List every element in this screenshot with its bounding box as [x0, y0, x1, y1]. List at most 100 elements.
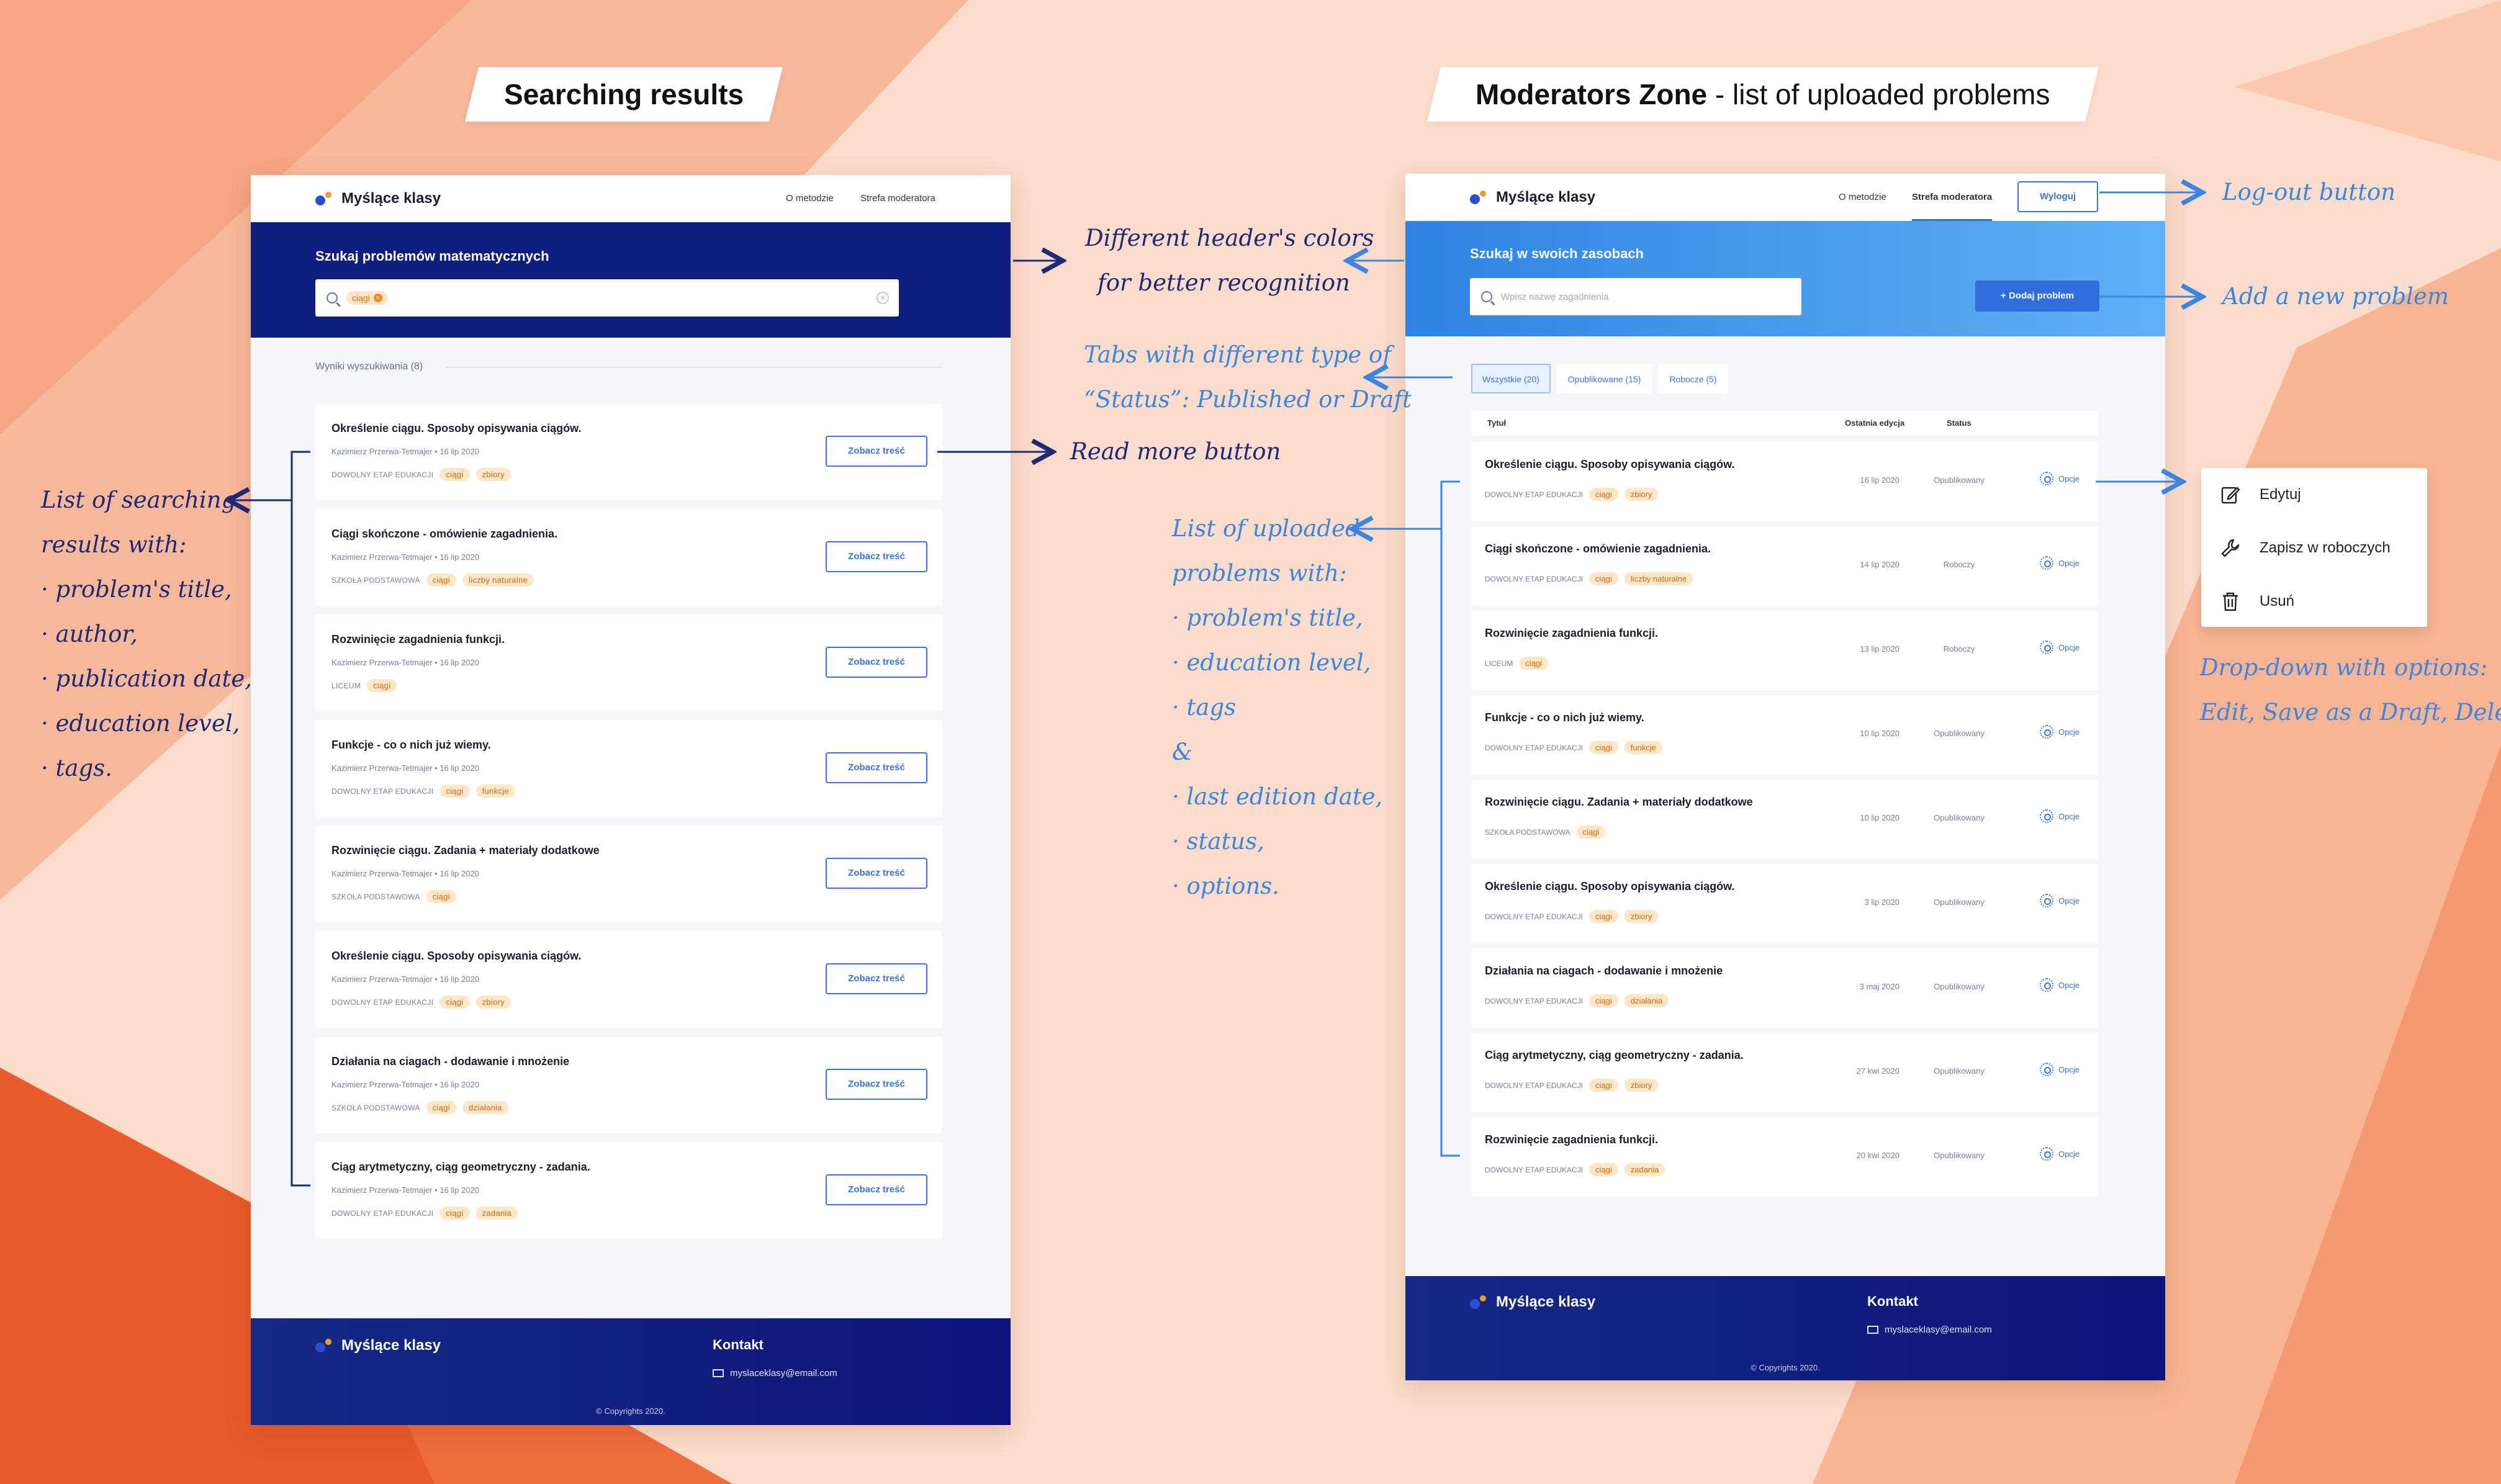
- tag-badge[interactable]: ciągi: [426, 1101, 456, 1114]
- result-title[interactable]: Określenie ciągu. Sposoby opisywania cią…: [331, 950, 581, 963]
- mod-nav-link-moderator[interactable]: Strefa moderatora: [1912, 174, 1993, 221]
- tag-badge[interactable]: ciągi: [1589, 1079, 1618, 1092]
- options-button[interactable]: Opcje: [2040, 894, 2080, 907]
- tag-badge[interactable]: ciągi: [426, 573, 456, 587]
- options-button[interactable]: Opcje: [2040, 1063, 2080, 1076]
- tag-badge[interactable]: działania: [462, 1101, 508, 1114]
- tag-badge[interactable]: ciągi: [1589, 994, 1618, 1007]
- tab-all[interactable]: Wszystkie (20): [1471, 364, 1551, 393]
- tag-badge[interactable]: ciągi: [1589, 572, 1618, 585]
- tag-badge[interactable]: ciągi: [439, 785, 470, 798]
- clear-search-icon[interactable]: ×: [876, 292, 889, 304]
- options-button[interactable]: Opcje: [2040, 1147, 2080, 1161]
- search-chip[interactable]: ciągi ×: [346, 291, 388, 305]
- annotation-search-list: List of searching results with: · problem'…: [41, 478, 252, 791]
- column-title[interactable]: Tytuł: [1487, 418, 1506, 428]
- tag-badge[interactable]: ciągi: [1589, 910, 1618, 923]
- tag-badge[interactable]: ciągi: [1519, 657, 1549, 670]
- tag-badge[interactable]: zadania: [475, 1207, 518, 1220]
- dropdown-save-draft[interactable]: Zapisz w roboczych: [2220, 537, 2391, 559]
- read-more-button[interactable]: Zobacz treść: [826, 1069, 927, 1100]
- tag-badge[interactable]: ciągi: [1589, 741, 1618, 754]
- annotation-dropdown: Drop-down with options: Edit, Save as a …: [2200, 645, 2501, 735]
- tag-badge[interactable]: zbiory: [475, 996, 511, 1009]
- dropdown-edit[interactable]: Edytuj: [2220, 484, 2301, 505]
- last-edit-date: 13 lip 2020: [1860, 644, 1899, 654]
- tag-badge[interactable]: ciągi: [439, 996, 470, 1009]
- read-more-button[interactable]: Zobacz treść: [826, 541, 927, 572]
- options-button[interactable]: Opcje: [2040, 725, 2080, 739]
- read-more-button[interactable]: Zobacz treść: [826, 752, 927, 783]
- footer-email[interactable]: myslaceklasy@email.com: [713, 1368, 837, 1378]
- problem-title[interactable]: Określenie ciągu. Sposoby opisywania cią…: [1485, 458, 1734, 471]
- tab-published[interactable]: Opublikowane (15): [1556, 364, 1652, 393]
- add-problem-button[interactable]: + Dodaj problem: [1975, 281, 2099, 312]
- problem-level-row: DOWOLNY ETAP EDUKACJI ciągi liczby natural…: [1485, 572, 1693, 585]
- tag-badge[interactable]: zbiory: [1624, 910, 1659, 923]
- tag-badge[interactable]: liczby naturalne: [462, 573, 534, 587]
- mod-search-input[interactable]: Wpisz nazwę zagadnienia: [1470, 278, 1801, 315]
- tag-badge[interactable]: ciągi: [1589, 488, 1618, 501]
- result-meta: Kazimierz Przerwa-Tetmajer • 16 lip 2020: [331, 974, 479, 984]
- problem-title[interactable]: Rozwinięcie ciągu. Zadania + materiały d…: [1485, 796, 1753, 809]
- tag-badge[interactable]: ciągi: [1589, 1163, 1618, 1176]
- column-status[interactable]: Status: [1947, 418, 1972, 428]
- tag-badge[interactable]: zbiory: [475, 468, 511, 481]
- problem-title[interactable]: Ciągi skończone - omówienie zagadnienia.: [1485, 542, 1711, 555]
- search-input[interactable]: ciągi × ×: [315, 279, 899, 317]
- read-more-button[interactable]: Zobacz treść: [826, 436, 927, 467]
- mod-brand-logo[interactable]: Myślące klasy: [1470, 174, 1595, 221]
- tag-badge[interactable]: ciągi: [1576, 825, 1606, 839]
- problem-title[interactable]: Funkcje - co o nich już wiemy.: [1485, 711, 1644, 724]
- tag-badge[interactable]: zbiory: [1624, 488, 1659, 501]
- read-more-button[interactable]: Zobacz treść: [826, 963, 927, 994]
- problem-title[interactable]: Określenie ciągu. Sposoby opisywania cią…: [1485, 880, 1734, 893]
- result-title[interactable]: Rozwinięcie zagadnienia funkcji.: [331, 633, 505, 646]
- result-title[interactable]: Działania na ciagach - dodawanie i mnoże…: [331, 1055, 569, 1068]
- result-card: Funkcje - co o nich już wiemy. Kazimierz …: [315, 720, 942, 817]
- options-button[interactable]: Opcje: [2040, 472, 2080, 485]
- tag-badge[interactable]: ciągi: [367, 679, 397, 692]
- options-button[interactable]: Opcje: [2040, 556, 2080, 570]
- mod-nav-link-method[interactable]: O metodzie: [1839, 174, 1886, 221]
- tab-drafts[interactable]: Robocze (5): [1658, 364, 1728, 393]
- mod-footer-logo[interactable]: Myślące klasy: [1470, 1293, 1595, 1311]
- annotation-line: · tags: [1172, 694, 1237, 721]
- nav-link-method[interactable]: O metodzie: [786, 175, 834, 222]
- dropdown-delete[interactable]: Usuń: [2220, 591, 2294, 612]
- result-title[interactable]: Ciągi skończone - omówienie zagadnienia.: [331, 528, 557, 541]
- tag-badge[interactable]: działania: [1624, 994, 1669, 1007]
- options-button[interactable]: Opcje: [2040, 641, 2080, 654]
- tag-badge[interactable]: ciągi: [426, 890, 456, 903]
- result-card: Określenie ciągu. Sposoby opisywania cią…: [315, 931, 942, 1028]
- read-more-button[interactable]: Zobacz treść: [826, 858, 927, 889]
- footer-logo[interactable]: Myślące klasy: [315, 1337, 441, 1354]
- result-author: Kazimierz Przerwa-Tetmajer: [331, 763, 433, 773]
- tag-badge[interactable]: ciągi: [439, 1207, 470, 1220]
- tag-badge[interactable]: zadania: [1624, 1163, 1665, 1176]
- logout-button[interactable]: Wyloguj: [2017, 181, 2098, 212]
- tag-badge[interactable]: funkcje: [1624, 741, 1662, 754]
- tag-badge[interactable]: ciągi: [439, 468, 470, 481]
- tag-badge[interactable]: funkcje: [475, 785, 515, 798]
- result-title[interactable]: Ciąg arytmetyczny, ciąg geometryczny - z…: [331, 1161, 590, 1174]
- problem-title[interactable]: Działania na ciagach - dodawanie i mnoże…: [1485, 965, 1723, 978]
- brand-logo[interactable]: Myślące klasy: [315, 175, 441, 222]
- read-more-button[interactable]: Zobacz treść: [826, 647, 927, 678]
- result-title[interactable]: Rozwinięcie ciągu. Zadania + materiały d…: [331, 844, 600, 857]
- problem-title[interactable]: Ciąg arytmetyczny, ciąg geometryczny - z…: [1485, 1049, 1744, 1062]
- result-title[interactable]: Funkcje - co o nich już wiemy.: [331, 739, 491, 752]
- nav-link-moderator[interactable]: Strefa moderatora: [860, 175, 935, 222]
- tag-badge[interactable]: liczby naturalne: [1624, 572, 1693, 585]
- read-more-button[interactable]: Zobacz treść: [826, 1174, 927, 1205]
- problem-title[interactable]: Rozwinięcie zagadnienia funkcji.: [1485, 627, 1658, 640]
- options-button[interactable]: Opcje: [2040, 978, 2080, 992]
- options-button[interactable]: Opcje: [2040, 809, 2080, 823]
- tag-badge[interactable]: zbiory: [1624, 1079, 1659, 1092]
- mod-footer-email[interactable]: myslaceklasy@email.com: [1867, 1324, 1992, 1335]
- chip-remove-icon[interactable]: ×: [373, 294, 382, 302]
- gear-icon: [2040, 809, 2053, 823]
- problem-title[interactable]: Rozwinięcie zagadnienia funkcji.: [1485, 1133, 1658, 1146]
- column-last-edit[interactable]: Ostatnia edycja: [1845, 418, 1904, 428]
- result-title[interactable]: Określenie ciągu. Sposoby opisywania cią…: [331, 422, 581, 435]
